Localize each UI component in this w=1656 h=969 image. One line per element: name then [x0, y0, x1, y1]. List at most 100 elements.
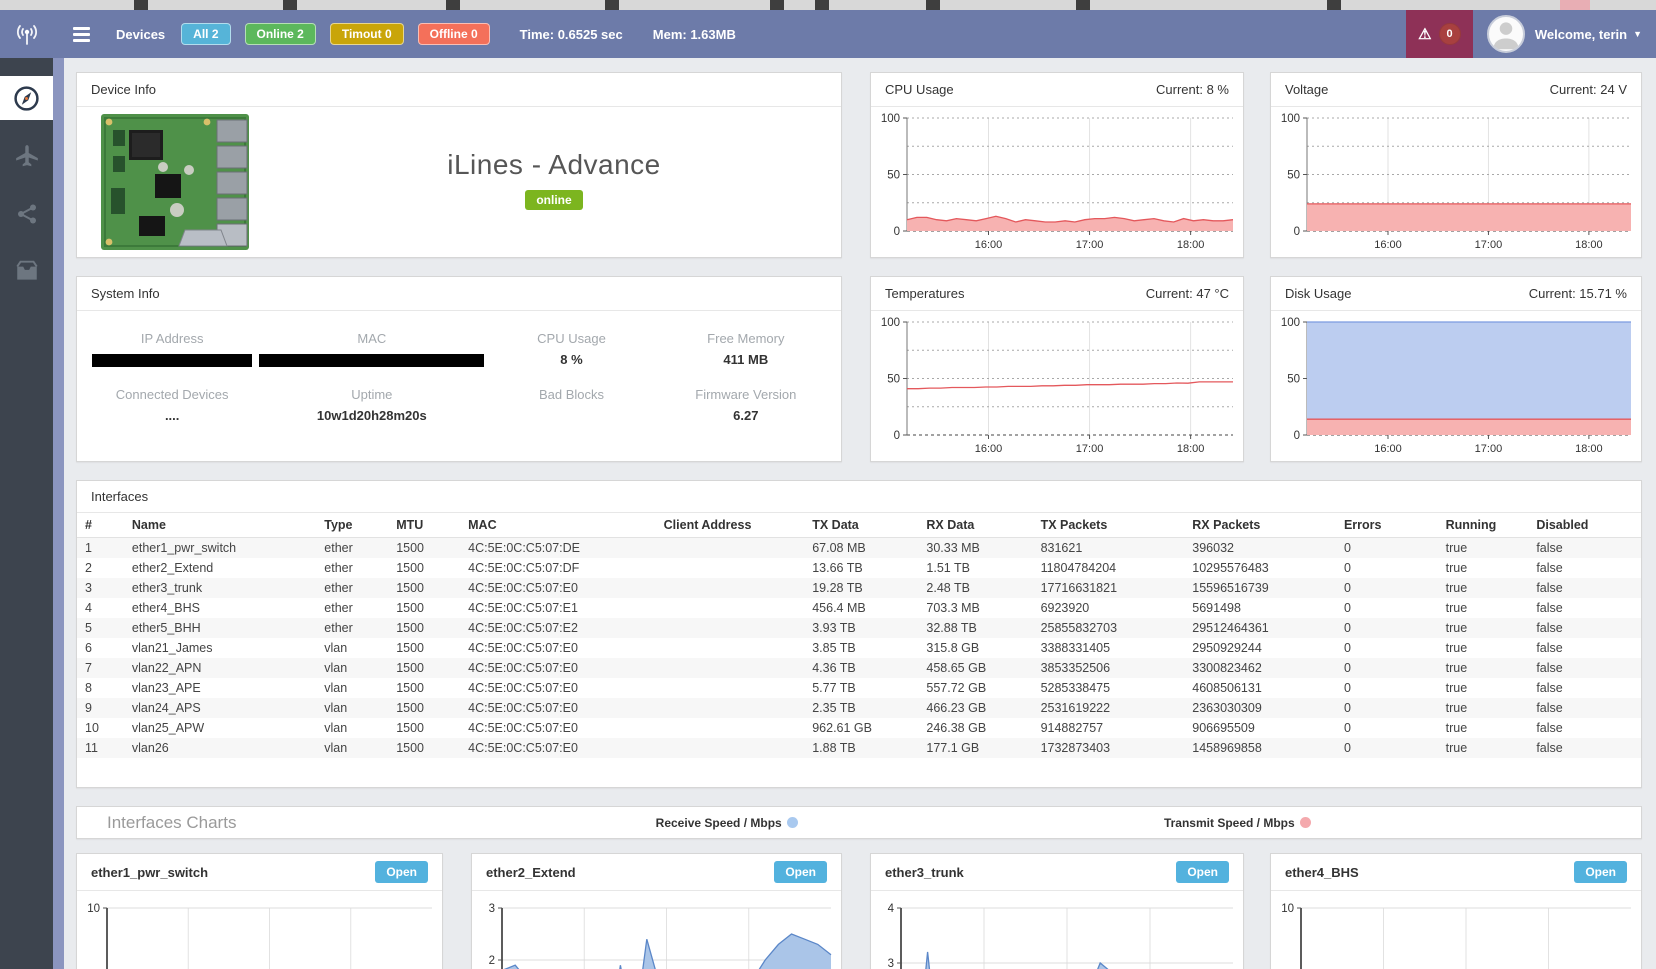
- filter-badge[interactable]: Offline 0: [418, 23, 490, 45]
- user-menu[interactable]: Welcome, terin ▼: [1535, 27, 1642, 42]
- table-row[interactable]: 3ether3_trunkether15004C:5E:0C:C5:07:E01…: [77, 578, 1641, 598]
- svg-text:3: 3: [489, 903, 495, 915]
- disk-usage-current: Current: 15.71 %: [1529, 286, 1627, 301]
- system-info-field: Firmware Version 6.27: [659, 387, 833, 423]
- svg-text:16:00: 16:00: [1374, 239, 1402, 251]
- temperatures-card: Temperatures Current: 47 °C 16:0017:0018…: [870, 276, 1244, 462]
- voltage-current: Current: 24 V: [1550, 82, 1627, 97]
- tab-remnant: [815, 0, 829, 10]
- column-header: MAC: [460, 513, 656, 538]
- user-silhouette-icon: [1489, 17, 1523, 51]
- system-info-field: IP Address: [85, 331, 259, 367]
- table-row[interactable]: 10vlan25_APWvlan15004C:5E:0C:C5:07:E0962…: [77, 718, 1641, 738]
- ether3-title: ether3_trunk: [885, 865, 964, 880]
- ether3-open-button[interactable]: Open: [1176, 861, 1229, 883]
- mem-stat: Mem: 1.63MB: [653, 27, 736, 42]
- table-row[interactable]: 6vlan21_Jamesvlan15004C:5E:0C:C5:07:E03.…: [77, 638, 1641, 658]
- system-info-field: MAC: [259, 331, 484, 367]
- tab-remnant: [134, 0, 148, 10]
- table-row[interactable]: 2ether2_Extendether15004C:5E:0C:C5:07:DF…: [77, 558, 1641, 578]
- navbar-right: ⚠ 0 Welcome, terin ▼: [1406, 10, 1656, 58]
- dashboard-screen: Devices All 2Online 2Timout 0Offline 0 T…: [0, 0, 1656, 969]
- field-label: Free Memory: [659, 331, 833, 346]
- table-row[interactable]: 1ether1_pwr_switchether15004C:5E:0C:C5:0…: [77, 538, 1641, 559]
- ether3-chart-header: ether3_trunk Open: [871, 854, 1243, 891]
- field-label: CPU Usage: [484, 331, 658, 346]
- menu-toggle-button[interactable]: [73, 24, 90, 45]
- device-info-body: iLines - Advance online: [77, 107, 841, 257]
- field-value: 10w1d20h28m20s: [259, 408, 484, 423]
- ether1-open-button[interactable]: Open: [375, 861, 428, 883]
- table-row[interactable]: 5ether5_BHHether15004C:5E:0C:C5:07:E23.9…: [77, 618, 1641, 638]
- filter-badge[interactable]: Online 2: [245, 23, 316, 45]
- sidebar-item-inbox[interactable]: [0, 250, 53, 294]
- inbox-icon: [14, 260, 40, 284]
- column-header: Disabled: [1528, 513, 1641, 538]
- svg-text:17:00: 17:00: [1076, 239, 1104, 251]
- sidebar-accent-strip: [53, 58, 64, 969]
- table-row[interactable]: 11vlan26vlan15004C:5E:0C:C5:07:E01.88 TB…: [77, 738, 1641, 758]
- interfaces-card: Interfaces #NameTypeMTUMACClient Address…: [76, 480, 1642, 788]
- tab-remnant: [1076, 0, 1090, 10]
- column-header: Client Address: [656, 513, 805, 538]
- column-header: TX Packets: [1033, 513, 1185, 538]
- field-value: 8 %: [484, 352, 658, 367]
- field-label: IP Address: [85, 331, 259, 346]
- svg-text:100: 100: [881, 113, 900, 125]
- svg-text:18:00: 18:00: [1575, 239, 1603, 251]
- ether2-open-button[interactable]: Open: [774, 861, 827, 883]
- svg-text:0: 0: [894, 226, 900, 238]
- disk-usage-header: Disk Usage Current: 15.71 %: [1271, 277, 1641, 311]
- field-value: 6.27: [659, 408, 833, 423]
- svg-text:16:00: 16:00: [1374, 443, 1402, 455]
- ether4-chart-card: ether4_BHS Open 1050: [1270, 853, 1642, 969]
- field-label: Firmware Version: [659, 387, 833, 402]
- avatar[interactable]: [1487, 15, 1525, 53]
- column-header: Type: [316, 513, 388, 538]
- ether3-chart-card: ether3_trunk Open 43210: [870, 853, 1244, 969]
- voltage-card: Voltage Current: 24 V 16:0017:0018:00100…: [1270, 72, 1642, 258]
- system-info-header: System Info: [77, 277, 841, 311]
- voltage-title: Voltage: [1285, 82, 1328, 97]
- table-row[interactable]: 8vlan23_APEvlan15004C:5E:0C:C5:07:E05.77…: [77, 678, 1641, 698]
- airplane-icon: [14, 143, 40, 169]
- device-name: iLines - Advance: [447, 149, 660, 181]
- sidebar-item-dashboard[interactable]: [0, 76, 53, 120]
- table-row[interactable]: 4ether4_BHSether15004C:5E:0C:C5:07:E1456…: [77, 598, 1641, 618]
- tab-remnant: [446, 0, 460, 10]
- svg-text:10: 10: [1281, 903, 1294, 915]
- top-navbar: Devices All 2Online 2Timout 0Offline 0 T…: [0, 10, 1656, 58]
- svg-text:2: 2: [489, 955, 495, 967]
- broadcast-antenna-icon: [10, 20, 44, 48]
- svg-text:3: 3: [888, 958, 894, 969]
- disk-usage-card: Disk Usage Current: 15.71 % 16:0017:0018…: [1270, 276, 1642, 462]
- temperatures-header: Temperatures Current: 47 °C: [871, 277, 1243, 311]
- warning-icon: ⚠: [1418, 27, 1431, 42]
- ether4-open-button[interactable]: Open: [1574, 861, 1627, 883]
- tab-remnant: [1560, 0, 1590, 10]
- sidebar-item-share[interactable]: [0, 192, 53, 236]
- svg-text:18:00: 18:00: [1575, 443, 1603, 455]
- table-row[interactable]: 7vlan22_APNvlan15004C:5E:0C:C5:07:E04.36…: [77, 658, 1641, 678]
- system-info-card: System Info IP AddressMACCPU Usage 8 %Fre…: [76, 276, 842, 462]
- alerts-button[interactable]: ⚠ 0: [1406, 10, 1473, 58]
- column-header: MTU: [388, 513, 460, 538]
- browser-remnant-strip: [0, 0, 1656, 10]
- tab-remnant: [605, 0, 619, 10]
- svg-text:18:00: 18:00: [1177, 443, 1205, 455]
- device-filter-badges: All 2 Online 2 Timout 0 Offline 0: [181, 23, 489, 45]
- filter-badge[interactable]: Timout 0: [330, 23, 404, 45]
- voltage-chart: 16:0017:0018:00100500: [1271, 109, 1641, 259]
- sidebar-item-airplane[interactable]: [0, 134, 53, 178]
- ether2-chart-header: ether2_Extend Open: [472, 854, 841, 891]
- filter-badge[interactable]: All 2: [181, 23, 230, 45]
- interfaces-title: Interfaces: [77, 481, 1641, 513]
- app-logo[interactable]: [0, 20, 53, 48]
- table-row[interactable]: 9vlan24_APSvlan15004C:5E:0C:C5:07:E02.35…: [77, 698, 1641, 718]
- temperatures-current: Current: 47 °C: [1146, 286, 1229, 301]
- sidebar: [0, 58, 53, 969]
- ether4-chart: 1050: [1271, 893, 1641, 969]
- column-header: Name: [124, 513, 316, 538]
- ether2-chart-card: ether2_Extend Open 3210: [471, 853, 842, 969]
- ether1-chart-card: ether1_pwr_switch Open 1050: [76, 853, 443, 969]
